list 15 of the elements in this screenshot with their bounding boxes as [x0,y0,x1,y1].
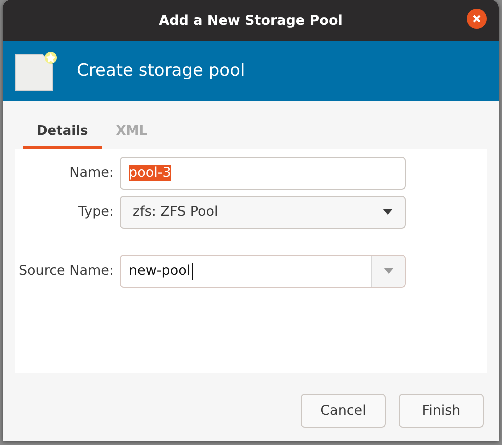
field-label: Type: [77,204,114,220]
new-document-icon [13,49,57,93]
field-label: Source Name: [18,263,114,279]
caret-icon[interactable] [384,268,394,274]
close-icon [473,15,481,23]
dialog-button[interactable]: Finish [399,394,484,428]
caret-icon [383,209,393,215]
field-label: Name: [68,165,114,181]
window-title: Add a New Storage Pool [159,12,343,28]
dialog-button[interactable]: Cancel [301,394,386,428]
banner-title: Create storage pool [77,61,246,81]
source-name-combo[interactable]: new-pool [120,254,406,288]
name-field[interactable]: pool-3 [120,156,406,190]
close-button[interactable] [467,9,487,29]
type-dropdown[interactable]: zfs: ZFS Pool [120,196,406,228]
